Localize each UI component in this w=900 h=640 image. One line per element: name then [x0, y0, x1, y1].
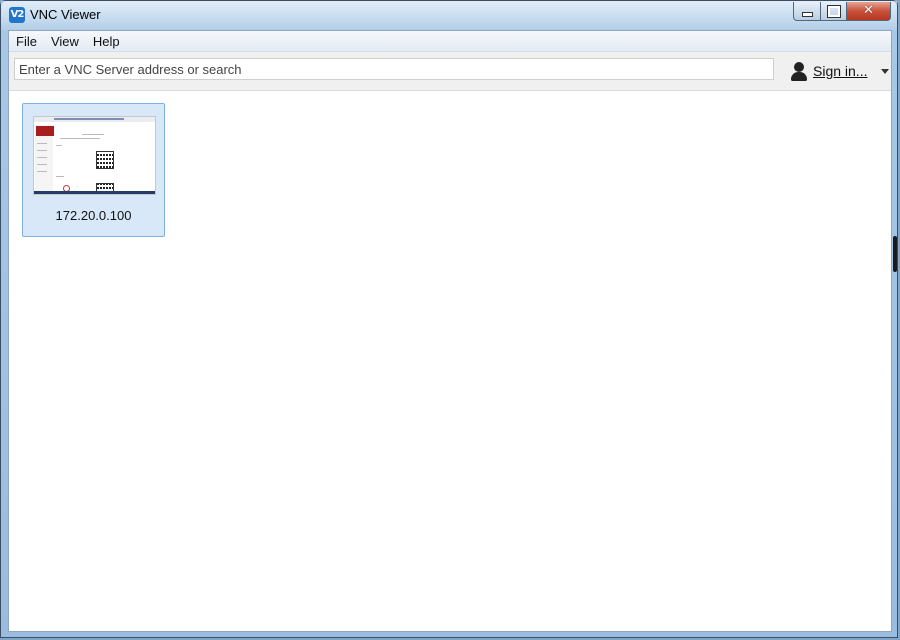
connection-thumbnail — [33, 116, 156, 195]
title-bar[interactable]: V2 VNC Viewer ✕ — [1, 1, 897, 30]
menu-bar: File View Help — [9, 31, 891, 52]
connection-address: 172.20.0.100 — [55, 208, 132, 223]
window-title: VNC Viewer — [30, 7, 101, 22]
menu-file[interactable]: File — [9, 34, 44, 49]
menu-view[interactable]: View — [44, 34, 86, 49]
caption-buttons: ✕ — [793, 2, 891, 21]
menu-help[interactable]: Help — [86, 34, 127, 49]
minimize-icon — [794, 2, 820, 20]
search-input[interactable] — [14, 58, 774, 80]
maximize-button[interactable] — [821, 2, 847, 21]
app-window: V2 VNC Viewer ✕ File View Help Sign in..… — [0, 0, 898, 638]
user-icon — [790, 61, 808, 81]
connection-card[interactable]: 172.20.0.100 — [22, 103, 165, 237]
toolbar: Sign in... — [9, 52, 891, 91]
close-icon: ✕ — [863, 3, 874, 18]
vnc-app-icon: V2 — [9, 7, 25, 23]
chevron-down-icon[interactable] — [881, 68, 890, 74]
client-area: File View Help Sign in... — [8, 30, 892, 632]
close-button[interactable]: ✕ — [847, 2, 891, 21]
address-book: 172.20.0.100 — [9, 91, 891, 631]
minimize-button[interactable] — [793, 2, 821, 21]
sign-in-label: Sign in... — [813, 63, 868, 79]
window-edge-mark — [893, 236, 897, 272]
maximize-icon — [821, 2, 846, 20]
sign-in-button[interactable]: Sign in... — [790, 60, 890, 82]
